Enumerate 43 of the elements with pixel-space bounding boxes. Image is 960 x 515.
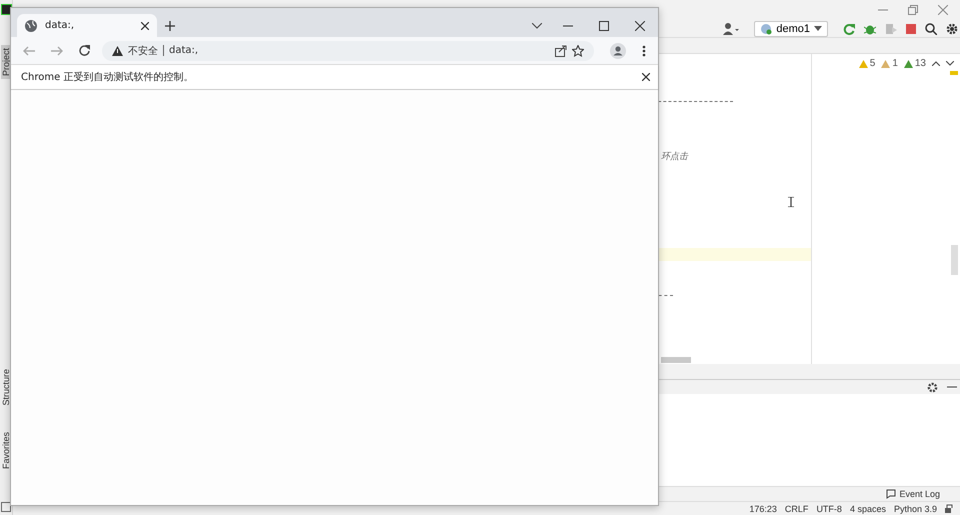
browser-tab[interactable]: data:, [17, 14, 157, 37]
settings-icon[interactable] [927, 382, 938, 392]
chevron-up-icon[interactable] [932, 61, 940, 66]
inspection-count[interactable]: 5 [870, 58, 876, 69]
restore-icon[interactable] [908, 5, 918, 15]
structure-tab[interactable]: Structure [1, 366, 11, 409]
lock-icon[interactable] [945, 504, 954, 513]
minimize-icon[interactable] [947, 386, 957, 388]
text-cursor-icon [788, 197, 794, 210]
globe-icon [25, 20, 37, 32]
code-comment: 环点击 [661, 150, 690, 163]
status-item[interactable]: Python 3.9 [894, 504, 937, 514]
star-icon[interactable] [572, 44, 584, 56]
run-config-dropdown[interactable]: demo1 [754, 20, 828, 36]
stop-icon[interactable] [906, 24, 916, 34]
chevron-down-icon[interactable] [946, 61, 954, 66]
warning-icon[interactable] [904, 60, 913, 68]
app-logo-icon [0, 4, 12, 15]
warning-icon [112, 46, 123, 56]
favorites-tab[interactable]: Favorites [1, 428, 11, 472]
status-item[interactable]: UTF-8 [816, 504, 842, 514]
status-item[interactable]: 176:23 [749, 504, 777, 514]
rerun-icon[interactable] [843, 22, 855, 34]
project-tab[interactable]: Project [1, 45, 11, 80]
status-item[interactable]: 4 spaces [850, 504, 886, 514]
inspection-count[interactable]: 1 [892, 58, 898, 69]
search-icon[interactable] [925, 22, 937, 34]
scrollbar-thumb[interactable] [951, 245, 958, 275]
automation-notice: Chrome 正受到自动测试软件的控制。 [21, 70, 194, 84]
status-item[interactable]: CRLF [784, 504, 808, 514]
bug-icon[interactable] [864, 22, 876, 34]
address-bar[interactable]: 不安全 data:, [102, 40, 594, 60]
user-icon[interactable] [723, 22, 740, 34]
caret-icon [814, 26, 822, 31]
speech-bubble-icon [886, 489, 896, 499]
settings-icon[interactable] [946, 22, 958, 34]
close-icon[interactable] [141, 22, 149, 30]
url-text: data:, [169, 45, 198, 56]
event-log-button[interactable]: Event Log [886, 489, 940, 499]
share-icon[interactable] [555, 44, 567, 56]
security-label: 不安全 [128, 44, 158, 58]
inspection-count[interactable]: 13 [914, 58, 926, 69]
scrollbar-thumb[interactable] [661, 357, 691, 363]
